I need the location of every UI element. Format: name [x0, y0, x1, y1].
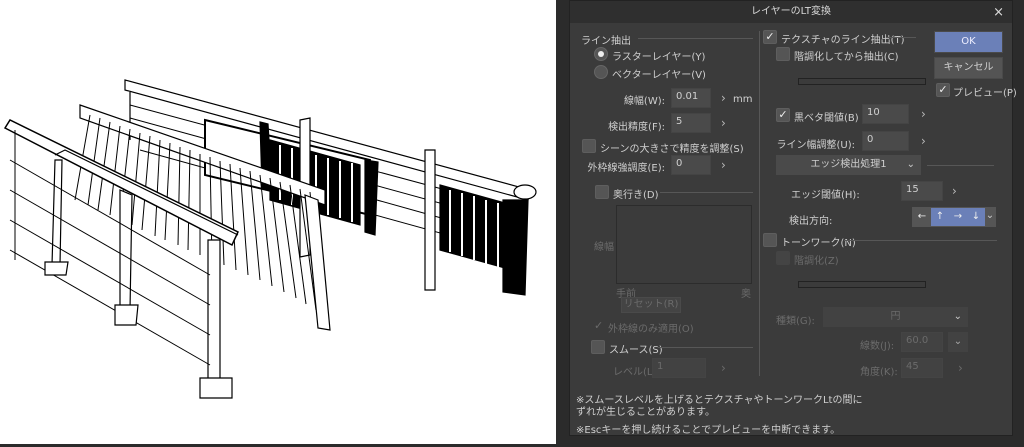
chevron-right-icon[interactable]: ›	[721, 116, 726, 130]
black-threshold-label: 黒ベタ閾値(B)	[794, 113, 859, 124]
line-width-label: 線幅(W):	[623, 96, 665, 107]
edge-threshold-label: エッジ閾値(H):	[791, 190, 860, 201]
preview-checkbox[interactable]: ✓	[936, 83, 950, 97]
cancel-button[interactable]: キャンセル	[934, 57, 1003, 79]
chevron-down-icon: ⌄	[953, 311, 962, 322]
raster-layer-radio[interactable]	[594, 47, 608, 61]
edge-threshold-input[interactable]: 15	[901, 181, 943, 201]
posterize-extract-label: 階調化してから抽出(C)	[794, 52, 899, 63]
scene-adjust-checkbox[interactable]	[582, 139, 596, 153]
chevron-right-icon[interactable]: ›	[721, 91, 726, 105]
line-extract-heading: ライン抽出	[581, 36, 631, 47]
arrow-right-icon[interactable]: →	[949, 208, 967, 226]
graph-y-label: 線幅	[594, 242, 614, 253]
back-railing	[124, 79, 537, 296]
divider	[638, 38, 753, 39]
chevron-right-icon[interactable]: ›	[921, 107, 926, 121]
note-smooth-2: ずれが生じることがあります。	[576, 407, 715, 418]
column-divider	[759, 31, 760, 376]
angle-input[interactable]: 45	[901, 358, 943, 378]
reset-button[interactable]: リセット(R)	[621, 297, 681, 313]
chevron-down-icon[interactable]: ⌄	[985, 208, 995, 226]
divider	[660, 192, 753, 193]
precision-input[interactable]: 5	[671, 113, 711, 133]
vector-layer-label: ベクターレイヤー(V)	[612, 70, 706, 81]
dialog-title-bar[interactable]: レイヤーのLT変換	[570, 1, 1012, 23]
edge-process-value: エッジ検出処理1	[810, 159, 887, 170]
outline-emphasis-input[interactable]: 0	[671, 155, 711, 175]
check-icon[interactable]: ✓	[594, 319, 603, 332]
type-label: 種類(G):	[776, 316, 815, 327]
type-value: 円	[890, 311, 901, 322]
graph-far-label: 奥	[741, 289, 751, 300]
close-icon[interactable]: ×	[993, 5, 1004, 20]
divider	[886, 37, 916, 38]
posterize-checkbox[interactable]	[776, 251, 790, 265]
direction-label: 検出方向:	[789, 216, 833, 227]
level-bar[interactable]	[798, 78, 926, 85]
preview-label: プレビュー(P)	[953, 88, 1017, 99]
chevron-right-icon[interactable]: ›	[952, 184, 957, 198]
scene-adjust-label: シーンの大きさで精度を調整(S)	[600, 144, 744, 155]
vector-layer-radio[interactable]	[594, 65, 608, 79]
black-threshold-checkbox[interactable]: ✓	[776, 108, 790, 122]
posterize-label: 階調化(Z)	[794, 256, 839, 267]
divider	[658, 347, 753, 348]
chevron-right-icon[interactable]: ›	[721, 158, 726, 172]
type-dropdown[interactable]: 円 ⌄	[823, 307, 968, 327]
depth-checkbox[interactable]	[595, 185, 609, 199]
line-width-adjust-label: ライン幅調整(U):	[776, 140, 856, 151]
line-width-input[interactable]: 0.01	[671, 88, 711, 108]
arrow-down-icon[interactable]: ↓	[967, 208, 985, 226]
lines-dropdown[interactable]: ⌄	[948, 332, 968, 352]
line-width-adjust-input[interactable]: 0	[862, 131, 909, 151]
tonework-label: トーンワーク(N)	[781, 238, 856, 249]
railing-drawing	[3, 79, 537, 399]
divider	[927, 165, 994, 166]
tonework-checkbox[interactable]	[763, 233, 777, 247]
outline-only-label: 外枠線のみ適用(O)	[608, 324, 694, 335]
texture-extract-label: テクスチャのライン抽出(T)	[781, 35, 905, 46]
lt-conversion-dialog: レイヤーのLT変換 × ライン抽出 ラスターレイヤー(Y) ベクターレイヤー(V…	[569, 0, 1017, 436]
note-esc: ※Escキーを押し続けることでプレビューを中断できます。	[576, 425, 841, 436]
chevron-down-icon: ⌄	[906, 159, 915, 170]
chevron-down-icon: ⌄	[953, 336, 963, 347]
smooth-checkbox[interactable]	[591, 340, 605, 354]
direction-selector[interactable]: ← ↑ → ↓ ⌄	[912, 207, 996, 227]
divider	[844, 240, 997, 241]
level-input[interactable]: 1	[652, 358, 706, 378]
black-threshold-input[interactable]: 10	[862, 104, 909, 124]
precision-label: 検出精度(F):	[608, 122, 665, 133]
arrow-up-icon[interactable]: ↑	[931, 208, 949, 226]
chevron-right-icon[interactable]: ›	[921, 134, 926, 148]
depth-label: 奥行き(D)	[613, 190, 659, 201]
raster-layer-label: ラスターレイヤー(Y)	[612, 52, 706, 63]
dialog-title: レイヤーのLT変換	[750, 6, 831, 17]
smooth-label: スムース(S)	[609, 345, 663, 356]
lines-label: 線数(J):	[860, 341, 895, 352]
texture-extract-checkbox[interactable]: ✓	[763, 30, 777, 44]
ok-button[interactable]: OK	[934, 31, 1003, 53]
lines-input[interactable]: 60.0	[901, 332, 943, 352]
canvas-preview[interactable]	[0, 0, 556, 444]
depth-graph[interactable]	[616, 205, 752, 284]
chevron-right-icon[interactable]: ›	[721, 361, 726, 375]
outline-emphasis-label: 外枠線強調度(E):	[587, 163, 666, 174]
edge-process-dropdown[interactable]: エッジ検出処理1 ⌄	[776, 155, 921, 175]
arrow-left-icon[interactable]: ←	[913, 208, 931, 226]
angle-label: 角度(K):	[860, 367, 898, 378]
unit-label: mm	[733, 94, 753, 105]
posterize-extract-checkbox[interactable]	[776, 47, 790, 61]
tone-bar[interactable]	[798, 281, 926, 288]
chevron-right-icon[interactable]: ›	[958, 361, 963, 375]
